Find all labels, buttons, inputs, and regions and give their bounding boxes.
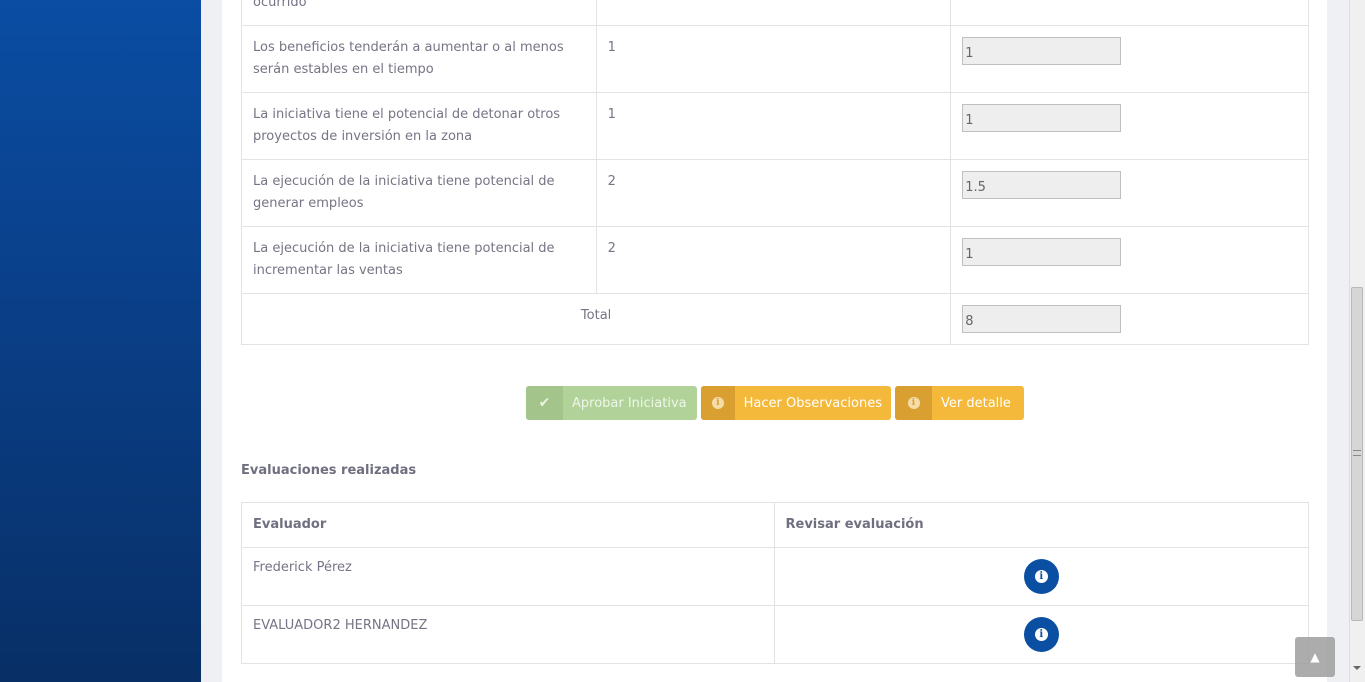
info-icon: i (1034, 570, 1048, 583)
score-input[interactable] (962, 104, 1122, 132)
criterion-max: 2 (595, 159, 952, 227)
table-row: Frederick Pérez i (241, 547, 1309, 606)
info-icon-wrap: i (701, 386, 735, 420)
table-row: EVALUADOR2 HERNANDEZ i (241, 605, 1309, 664)
criterion-score-cell (950, 0, 1309, 26)
criterion-max: 1 (595, 25, 952, 93)
left-background (0, 0, 201, 682)
review-cell: i (773, 547, 1309, 606)
table-row: La ejecución de la iniciativa tiene pote… (241, 159, 1309, 227)
score-input[interactable] (962, 238, 1122, 266)
criterion-text: ocurrido (253, 0, 307, 10)
score-input[interactable] (962, 37, 1122, 65)
info-icon: i (711, 397, 724, 409)
criterion-description: La ejecución de la iniciativa tiene pote… (241, 226, 597, 294)
table-row: La iniciativa tiene el potencial de deto… (241, 92, 1309, 160)
info-icon-wrap: i (895, 386, 932, 420)
column-header-review: Revisar evaluación (773, 502, 1309, 548)
table-row: ocurrido (241, 0, 1309, 26)
table-row: Los beneficios tenderán a aumentar o al … (241, 25, 1309, 93)
criterion-score-cell (950, 92, 1309, 160)
table-header-row: Evaluador Revisar evaluación (241, 502, 1309, 548)
score-input[interactable] (962, 171, 1122, 199)
check-icon: ✔ (526, 386, 563, 420)
total-row: Total (240, 293, 1309, 345)
observations-button[interactable]: i Hacer Observaciones (701, 386, 891, 420)
chevron-up-icon: ▲ (1310, 650, 1320, 664)
criterion-description: ocurrido (241, 0, 597, 26)
observations-label: Hacer Observaciones (743, 395, 882, 411)
total-label: Total (240, 293, 952, 345)
criterion-description: La iniciativa tiene el potencial de deto… (241, 92, 597, 160)
review-evaluation-button[interactable]: i (1023, 617, 1059, 652)
criterion-description: Los beneficios tenderán a aumentar o al … (241, 25, 597, 93)
criterion-score-cell (950, 226, 1309, 294)
scroll-to-top-button[interactable]: ▲ (1295, 637, 1335, 677)
criterion-description: La ejecución de la iniciativa tiene pote… (241, 159, 597, 227)
criteria-table: ocurrido Los beneficios tenderán a aumen… (240, 0, 1309, 345)
review-evaluation-button[interactable]: i (1023, 559, 1059, 594)
review-cell: i (773, 605, 1309, 664)
evaluator-name: EVALUADOR2 HERNANDEZ (241, 605, 775, 664)
info-icon: i (907, 397, 920, 409)
scroll-down-arrow-icon[interactable] (1353, 666, 1361, 670)
detail-button[interactable]: i Ver detalle (895, 386, 1024, 420)
criterion-score-cell (950, 25, 1309, 93)
criterion-max: 2 (595, 226, 952, 294)
approve-label: Aprobar Iniciativa (572, 395, 687, 411)
evaluator-name: Frederick Pérez (241, 547, 775, 606)
criterion-max (595, 0, 952, 26)
total-input[interactable] (962, 305, 1122, 333)
approve-button[interactable]: ✔ Aprobar Iniciativa (526, 386, 697, 420)
criterion-max: 1 (595, 92, 952, 160)
scrollbar-grip-icon (1353, 450, 1361, 456)
info-icon: i (1034, 628, 1048, 641)
detail-label: Ver detalle (941, 395, 1011, 411)
total-cell (950, 293, 1309, 345)
column-header-evaluator: Evaluador (241, 502, 775, 548)
criterion-score-cell (950, 159, 1309, 227)
evaluations-title: Evaluaciones realizadas (241, 463, 417, 478)
evaluations-table: Evaluador Revisar evaluación Frederick P… (241, 502, 1309, 664)
table-row: La ejecución de la iniciativa tiene pote… (241, 226, 1309, 294)
